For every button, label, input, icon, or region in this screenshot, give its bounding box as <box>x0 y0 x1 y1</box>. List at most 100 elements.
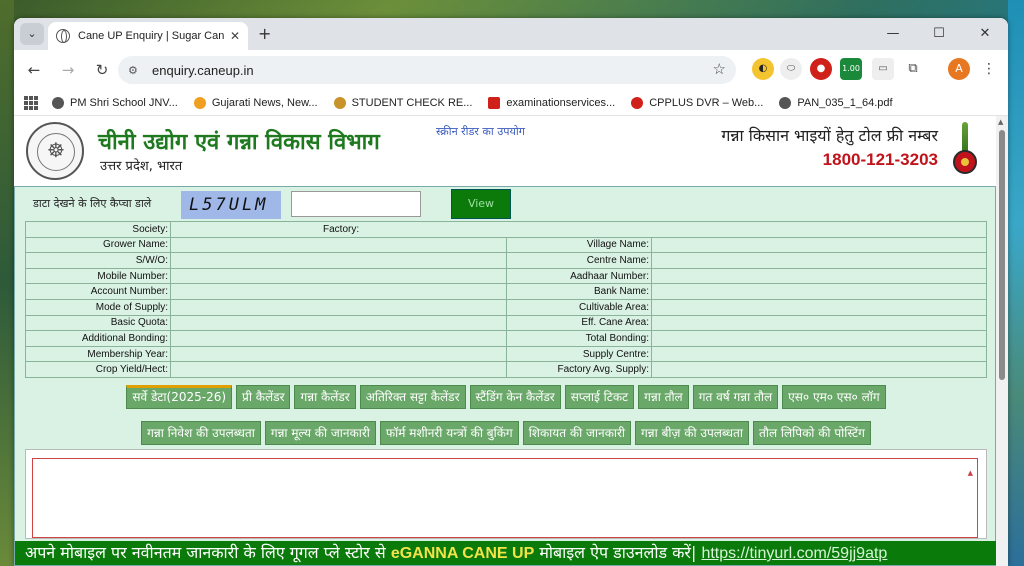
scroll-up-arrow-icon[interactable]: ▲ <box>998 118 1003 126</box>
field-value <box>651 330 987 347</box>
field-label: Membership Year: <box>25 345 171 363</box>
captcha-label: डाटा देखने के लिए कैप्चा डाले <box>33 197 152 210</box>
tab-search-button[interactable]: ⌄ <box>20 23 44 45</box>
bookmark-item[interactable]: CPPLUS DVR – Web... <box>631 96 763 109</box>
field-label: Cultivable Area: <box>506 298 652 316</box>
bookmark-item[interactable]: PAN_035_1_64.pdf <box>779 96 893 109</box>
table-row: Membership Year: Supply Centre: <box>25 345 987 363</box>
field-label: Supply Centre: <box>506 345 652 363</box>
site-info-icon[interactable]: ⚙ <box>128 64 144 77</box>
farm-machinery-booking-button[interactable]: फॉर्म मशीनरी यन्त्रों की बुकिंग <box>379 421 519 445</box>
field-value <box>170 283 507 300</box>
standing-cane-calendar-button[interactable]: स्टैंडिंग केन कैलेंडर <box>469 385 561 409</box>
field-label: Crop Yield/Hect: <box>25 361 171 378</box>
extension-2-icon[interactable]: ⬭ <box>780 58 802 80</box>
back-button[interactable]: ← <box>20 56 48 84</box>
field-value <box>651 361 987 378</box>
app-download-ticker: अपने मोबाइल पर नवीनतम जानकारी के लिए गूग… <box>15 541 997 565</box>
cane-input-availability-button[interactable]: गन्ना निवेश की उपलब्धता <box>141 421 261 445</box>
new-tab-button[interactable]: + <box>258 24 271 43</box>
address-bar[interactable]: ⚙ enquiry.caneup.in ☆ <box>118 56 736 84</box>
extension-1-icon[interactable]: ◐ <box>752 58 774 80</box>
apps-grid-icon[interactable] <box>24 95 38 110</box>
reload-button[interactable]: ↻ <box>88 56 116 84</box>
extensions-puzzle-icon[interactable]: ⧉ <box>902 58 924 80</box>
ticker-link[interactable]: https://tinyurl.com/59jj9atp <box>701 545 887 562</box>
table-row: Grower Name: Village Name: <box>25 236 987 254</box>
cane-calendar-button[interactable]: गन्ना कैलेंडर <box>294 385 356 409</box>
extension-counter-icon[interactable]: 1.00 <box>840 58 862 80</box>
result-frame[interactable]: ▲ <box>32 458 978 538</box>
complaint-info-button[interactable]: शिकायत की जानकारी <box>522 421 632 445</box>
field-label: Additional Bonding: <box>25 330 171 347</box>
table-row: Crop Yield/Hect: Factory Avg. Supply: <box>25 361 987 378</box>
field-label: Village Name: <box>506 236 652 254</box>
field-value <box>651 283 987 300</box>
last-year-weighment-button[interactable]: गत वर्ष गन्ना तौल <box>692 385 779 409</box>
dept-subtitle: उत्तर प्रदेश, भारत <box>100 159 183 174</box>
tab-close-icon[interactable]: ✕ <box>230 29 240 43</box>
forward-button[interactable]: → <box>54 56 82 84</box>
extension-3-icon[interactable]: ● <box>810 58 832 80</box>
cane-seed-availability-button[interactable]: गन्ना बीज़ की उपलब्धता <box>635 421 750 445</box>
page-scrollbar[interactable]: ▲ <box>996 116 1008 566</box>
tab-active[interactable]: Cane UP Enquiry | Sugar Cane a ✕ <box>48 22 248 50</box>
table-row: S/W/O: Centre Name: <box>25 252 987 269</box>
bookmark-favicon-icon <box>333 96 346 109</box>
field-value <box>651 298 987 316</box>
table-row: Society: Factory: <box>25 221 987 238</box>
maximize-icon[interactable]: ☐ <box>916 18 962 50</box>
bookmark-favicon-icon <box>779 96 792 109</box>
scrollbar-thumb[interactable] <box>999 130 1005 380</box>
supply-ticket-button[interactable]: सप्लाई टिकट <box>564 385 635 409</box>
close-window-icon[interactable]: ✕ <box>962 18 1008 50</box>
field-label: Factory Avg. Supply: <box>506 361 652 378</box>
bookmark-item[interactable]: PM Shri School JNV... <box>52 96 178 109</box>
profile-avatar[interactable]: A <box>948 58 970 80</box>
ticker-prefix: अपने मोबाइल पर नवीनतम जानकारी के लिए गूग… <box>25 543 391 562</box>
survey-data-button[interactable]: सर्वे डेटा(2025-26) <box>126 385 233 409</box>
field-value <box>651 267 987 285</box>
scroll-up-icon[interactable]: ▲ <box>968 469 973 477</box>
bookmark-favicon-icon <box>52 96 64 109</box>
sms-log-button[interactable]: एस० एम० एस० लॉग <box>782 385 886 409</box>
field-value <box>170 330 507 347</box>
table-row: Basic Quota: Eff. Cane Area: <box>25 314 987 332</box>
minimize-icon[interactable]: — <box>870 18 916 50</box>
ticker-app-name: eGANNA CANE UP <box>390 545 535 562</box>
weighment-clerk-posting-button[interactable]: तौल लिपिको की पोस्टिंग <box>753 421 871 445</box>
view-button[interactable]: View <box>451 189 511 219</box>
bookmark-favicon-icon <box>193 96 206 109</box>
table-row: Account Number: Bank Name: <box>25 283 987 300</box>
bookmark-item[interactable]: STUDENT CHECK RE... <box>333 96 472 109</box>
field-value <box>170 267 507 285</box>
additional-satta-calendar-button[interactable]: अतिरिक्त सट्टा कैलेंडर <box>359 385 466 409</box>
field-value <box>651 252 987 269</box>
bookmark-favicon-icon <box>488 96 501 109</box>
extension-5-icon[interactable]: ▭ <box>872 58 894 80</box>
field-label: Basic Quota: <box>25 314 171 332</box>
up-emblem-logo <box>26 122 84 180</box>
tab-strip: ⌄ Cane UP Enquiry | Sugar Cane a ✕ + — ☐… <box>14 18 1008 50</box>
menu-kebab-icon[interactable]: ⋮ <box>978 58 1000 80</box>
tollfree-label: गन्ना किसान भाइयों हेतु टोल फ्री नम्बर <box>721 126 938 145</box>
browser-window: ⌄ Cane UP Enquiry | Sugar Cane a ✕ + — ☐… <box>14 18 1008 566</box>
sugarcane-dept-logo <box>952 122 978 180</box>
table-row: Mode of Supply: Cultivable Area: <box>25 298 987 316</box>
captcha-input[interactable] <box>291 191 421 217</box>
cane-price-info-button[interactable]: गन्ना मूल्य की जानकारी <box>264 421 376 445</box>
site-header: चीनी उद्योग एवं गन्ना विकास विभाग उत्तर … <box>14 116 1008 184</box>
bookmark-item[interactable]: examinationservices... <box>488 96 615 109</box>
field-label: S/W/O: <box>25 252 171 269</box>
pre-calendar-button[interactable]: प्री कैलेंडर <box>236 385 291 409</box>
field-value <box>170 252 507 269</box>
screen-reader-link[interactable]: स्क्रीन रीडर का उपयोग <box>436 124 525 139</box>
field-value <box>651 345 987 363</box>
bookmark-item[interactable]: Gujarati News, New... <box>193 96 318 109</box>
field-value <box>651 236 987 254</box>
bookmarks-bar: PM Shri School JNV... Gujarati News, New… <box>14 90 1008 116</box>
cane-weighment-button[interactable]: गन्ना तौल <box>638 385 689 409</box>
service-buttons-row-2: गन्ना निवेश की उपलब्धता गन्ना मूल्य की जा… <box>15 421 997 445</box>
bookmark-star-icon[interactable]: ☆ <box>713 60 726 78</box>
field-value <box>170 361 507 378</box>
